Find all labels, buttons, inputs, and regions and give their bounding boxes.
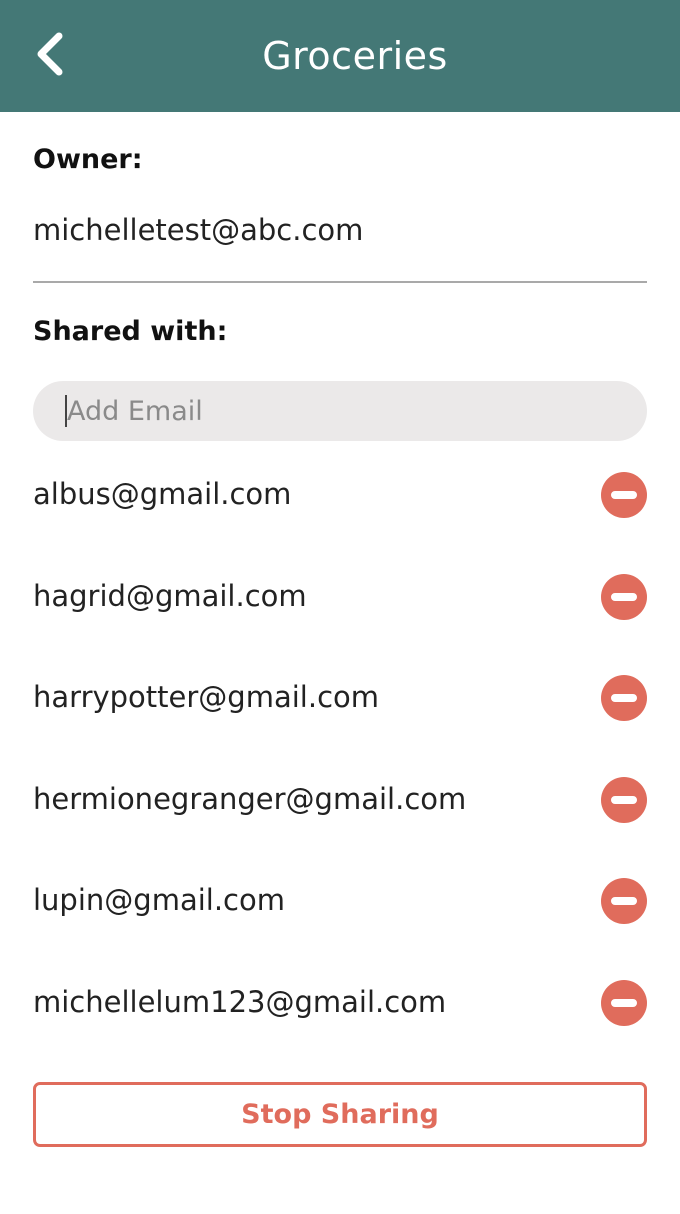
stop-sharing-button[interactable]: Stop Sharing <box>33 1082 647 1147</box>
add-email-field[interactable] <box>33 381 647 441</box>
remove-user-button[interactable] <box>601 979 647 1026</box>
remove-user-button[interactable] <box>601 675 647 722</box>
shared-email: hagrid@gmail.com <box>33 578 307 613</box>
list-item: michellelum123@gmail.com <box>33 973 647 1075</box>
minus-circle-icon <box>611 694 637 703</box>
minus-circle-icon <box>611 592 637 601</box>
remove-user-button[interactable] <box>601 776 647 823</box>
minus-circle-icon <box>611 998 637 1007</box>
divider <box>33 281 647 283</box>
list-item: albus@gmail.com <box>33 465 647 567</box>
shared-email: lupin@gmail.com <box>33 883 285 918</box>
owner-label: Owner: <box>33 144 143 175</box>
minus-circle-icon <box>611 491 637 499</box>
list-item: hermionegranger@gmail.com <box>33 770 647 872</box>
shared-email: albus@gmail.com <box>33 477 292 511</box>
shared-email: hermionegranger@gmail.com <box>33 781 467 816</box>
remove-user-button[interactable] <box>601 472 647 518</box>
list-item: hagrid@gmail.com <box>33 567 647 669</box>
shared-email: harrypotter@gmail.com <box>33 680 380 715</box>
text-cursor <box>65 395 67 427</box>
shared-with-label: Shared with: <box>33 316 228 347</box>
owner-email: michelletest@abc.com <box>33 213 364 247</box>
minus-circle-icon <box>611 897 637 906</box>
app-header: Groceries <box>0 0 680 112</box>
remove-user-button[interactable] <box>601 878 647 925</box>
list-item: lupin@gmail.com <box>33 871 647 973</box>
remove-user-button[interactable] <box>601 573 647 620</box>
shared-email-list: albus@gmail.com hagrid@gmail.com harrypo… <box>33 465 647 1075</box>
add-email-input[interactable] <box>67 395 607 427</box>
minus-circle-icon <box>611 795 637 804</box>
list-item: harrypotter@gmail.com <box>33 668 647 770</box>
page-title: Groceries <box>262 34 448 78</box>
shared-email: michellelum123@gmail.com <box>33 984 447 1019</box>
